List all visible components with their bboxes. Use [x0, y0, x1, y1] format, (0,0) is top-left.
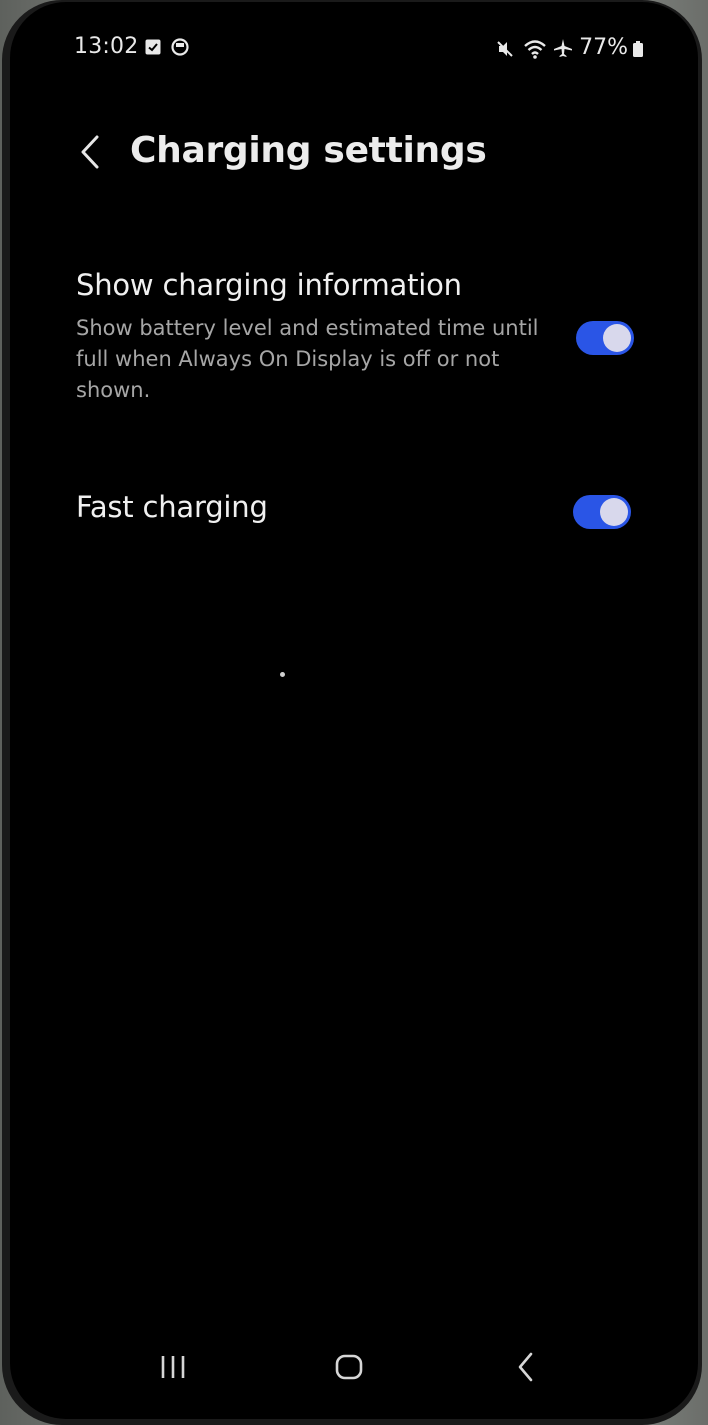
recents-button[interactable]	[144, 1342, 204, 1392]
mute-icon	[494, 38, 516, 60]
airplane-mode-icon	[552, 37, 574, 59]
recents-icon	[161, 1356, 185, 1378]
setting-fast-charging[interactable]: Fast charging	[10, 482, 698, 546]
status-bar: 13:02 77%	[10, 32, 698, 66]
setting-description: Show battery level and estimated time un…	[76, 316, 539, 402]
home-button[interactable]	[319, 1342, 379, 1392]
back-button[interactable]	[72, 128, 108, 176]
device-background: 13:02 77% Charging settings Show chargin…	[0, 0, 708, 1425]
page-title: Charging settings	[130, 130, 487, 171]
toggle-knob	[600, 498, 628, 526]
status-time: 13:02	[74, 34, 139, 59]
phone-screen: 13:02 77% Charging settings Show chargin…	[10, 2, 698, 1419]
battery-icon	[632, 40, 644, 58]
back-icon	[518, 1352, 533, 1382]
touch-indicator-dot	[280, 672, 285, 677]
calendar-check-icon	[144, 38, 162, 56]
setting-title: Fast charging	[76, 490, 268, 524]
chevron-left-icon	[81, 135, 99, 169]
home-icon	[335, 1354, 363, 1380]
toggle-knob	[603, 324, 631, 352]
nav-back-button[interactable]	[496, 1342, 556, 1392]
wifi-icon	[522, 37, 548, 61]
setting-show-charging-information[interactable]: Show charging information Show battery l…	[10, 264, 698, 414]
show-charging-info-toggle[interactable]	[576, 321, 634, 355]
notification-circle-icon	[170, 37, 190, 57]
setting-title: Show charging information	[76, 268, 462, 302]
phone-frame: 13:02 77% Charging settings Show chargin…	[2, 0, 702, 1425]
battery-percent: 77%	[579, 35, 628, 60]
fast-charging-toggle[interactable]	[573, 495, 631, 529]
